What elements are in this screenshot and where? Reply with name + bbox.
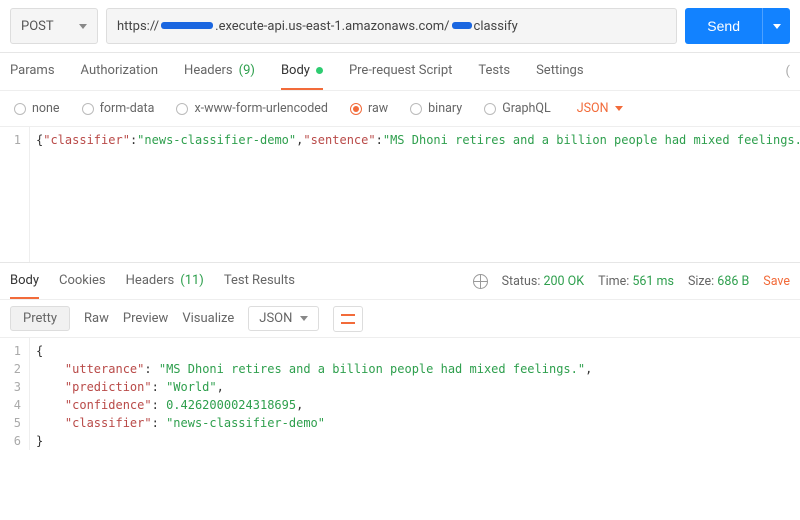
http-method-select[interactable]: POST xyxy=(10,8,98,44)
globe-icon[interactable] xyxy=(473,274,488,289)
meta-label: Time: xyxy=(598,274,629,289)
line-gutter: 123456 xyxy=(0,338,30,450)
tab-prerequest[interactable]: Pre-request Script xyxy=(349,53,452,90)
line-gutter: 1 xyxy=(0,127,30,262)
response-tabs: Body Cookies Headers (11) Test Results S… xyxy=(0,262,800,300)
chevron-down-icon xyxy=(615,106,623,111)
send-button-group: Send xyxy=(685,8,790,44)
request-body-code[interactable]: {"classifier":"news-classifier-demo","se… xyxy=(30,127,800,262)
request-bar: POST https:// .execute-api.us-east-1.amaz… xyxy=(0,0,800,53)
tab-label: Cookies xyxy=(59,273,106,288)
tab-label: Pre-request Script xyxy=(349,63,452,78)
tab-label: Body xyxy=(10,273,39,288)
tab-count: (9) xyxy=(239,63,255,78)
http-method-value: POST xyxy=(21,19,54,34)
send-button[interactable]: Send xyxy=(685,8,762,44)
radio-label: binary xyxy=(428,101,462,116)
radio-icon xyxy=(14,103,26,115)
bodytype-none[interactable]: none xyxy=(14,101,60,116)
radio-label: x-www-form-urlencoded xyxy=(194,101,328,116)
redacted-segment xyxy=(452,22,472,29)
save-response-link[interactable]: Save xyxy=(763,274,790,289)
tab-label: Headers xyxy=(126,273,175,288)
chevron-down-icon xyxy=(773,24,781,29)
tab-label: Params xyxy=(10,63,55,78)
bodytype-formdata[interactable]: form-data xyxy=(82,101,155,116)
tabs-extra: ( xyxy=(786,64,790,79)
resp-tab-body[interactable]: Body xyxy=(10,263,39,299)
radio-label: raw xyxy=(368,101,388,116)
body-raw-format-select[interactable]: JSON xyxy=(577,101,623,116)
bodytype-graphql[interactable]: GraphQL xyxy=(484,101,551,116)
bodytype-raw[interactable]: raw xyxy=(350,101,388,116)
status-block: Status: 200 OK xyxy=(502,274,585,289)
size-block: Size: 686 B xyxy=(688,274,749,289)
redacted-segment xyxy=(161,22,213,29)
request-body-editor[interactable]: 1 {"classifier":"news-classifier-demo","… xyxy=(0,127,800,262)
bodytype-xwww[interactable]: x-www-form-urlencoded xyxy=(176,101,328,116)
request-tabs: Params Authorization Headers (9) Body Pr… xyxy=(0,53,800,91)
select-label: JSON xyxy=(577,101,609,116)
view-preview[interactable]: Preview xyxy=(123,311,168,326)
dot-icon xyxy=(316,67,323,74)
resp-tab-testresults[interactable]: Test Results xyxy=(224,263,295,299)
response-body-code: { "utterance": "MS Dhoni retires and a b… xyxy=(30,338,800,450)
tab-body[interactable]: Body xyxy=(281,53,323,90)
resp-tab-headers[interactable]: Headers (11) xyxy=(126,263,204,299)
tab-label: Test Results xyxy=(224,273,295,288)
response-body-editor[interactable]: 123456 { "utterance": "MS Dhoni retires … xyxy=(0,338,800,450)
status-value: 200 OK xyxy=(544,274,585,289)
send-dropdown-button[interactable] xyxy=(762,8,790,44)
size-value: 686 B xyxy=(717,274,749,289)
bodytype-binary[interactable]: binary xyxy=(410,101,462,116)
tab-headers[interactable]: Headers (9) xyxy=(184,53,255,90)
view-pretty[interactable]: Pretty xyxy=(10,306,70,331)
meta-label: Status: xyxy=(502,274,541,289)
tab-authorization[interactable]: Authorization xyxy=(81,53,159,90)
time-block: Time: 561 ms xyxy=(598,274,674,289)
wrap-lines-button[interactable] xyxy=(333,306,363,332)
url-text-suffix: classify xyxy=(474,19,518,34)
time-value: 561 ms xyxy=(632,274,674,289)
tab-label: Body xyxy=(281,63,310,78)
radio-icon xyxy=(484,103,496,115)
radio-icon xyxy=(82,103,94,115)
meta-label: Size: xyxy=(688,274,714,289)
tab-label: Authorization xyxy=(81,63,159,78)
radio-label: none xyxy=(32,101,60,116)
select-label: JSON xyxy=(259,311,292,326)
tab-tests[interactable]: Tests xyxy=(478,53,510,90)
tab-params[interactable]: Params xyxy=(10,53,55,90)
chevron-down-icon xyxy=(300,316,308,321)
url-text-mid: .execute-api.us-east-1.amazonaws.com/ xyxy=(215,19,449,34)
view-visualize[interactable]: Visualize xyxy=(182,311,234,326)
tab-count: (11) xyxy=(180,273,204,288)
radio-icon xyxy=(410,103,422,115)
url-input[interactable]: https:// .execute-api.us-east-1.amazonaws… xyxy=(106,8,677,44)
tab-settings[interactable]: Settings xyxy=(536,53,583,90)
line-number: 1 xyxy=(0,131,21,149)
tab-label: Tests xyxy=(478,63,510,78)
body-type-row: none form-data x-www-form-urlencoded raw… xyxy=(0,91,800,127)
chevron-down-icon xyxy=(79,24,87,29)
radio-label: GraphQL xyxy=(502,101,551,116)
tab-label: Settings xyxy=(536,63,583,78)
resp-tab-cookies[interactable]: Cookies xyxy=(59,263,106,299)
radio-icon xyxy=(176,103,188,115)
response-format-select[interactable]: JSON xyxy=(248,306,319,331)
view-raw[interactable]: Raw xyxy=(84,311,109,326)
tab-label: Headers xyxy=(184,63,233,78)
response-format-row: Pretty Raw Preview Visualize JSON xyxy=(0,300,800,338)
radio-icon xyxy=(350,103,362,115)
wrap-icon xyxy=(341,314,355,324)
radio-label: form-data xyxy=(100,101,155,116)
url-text-prefix: https:// xyxy=(117,19,159,34)
response-meta: Status: 200 OK Time: 561 ms Size: 686 B … xyxy=(473,274,790,289)
